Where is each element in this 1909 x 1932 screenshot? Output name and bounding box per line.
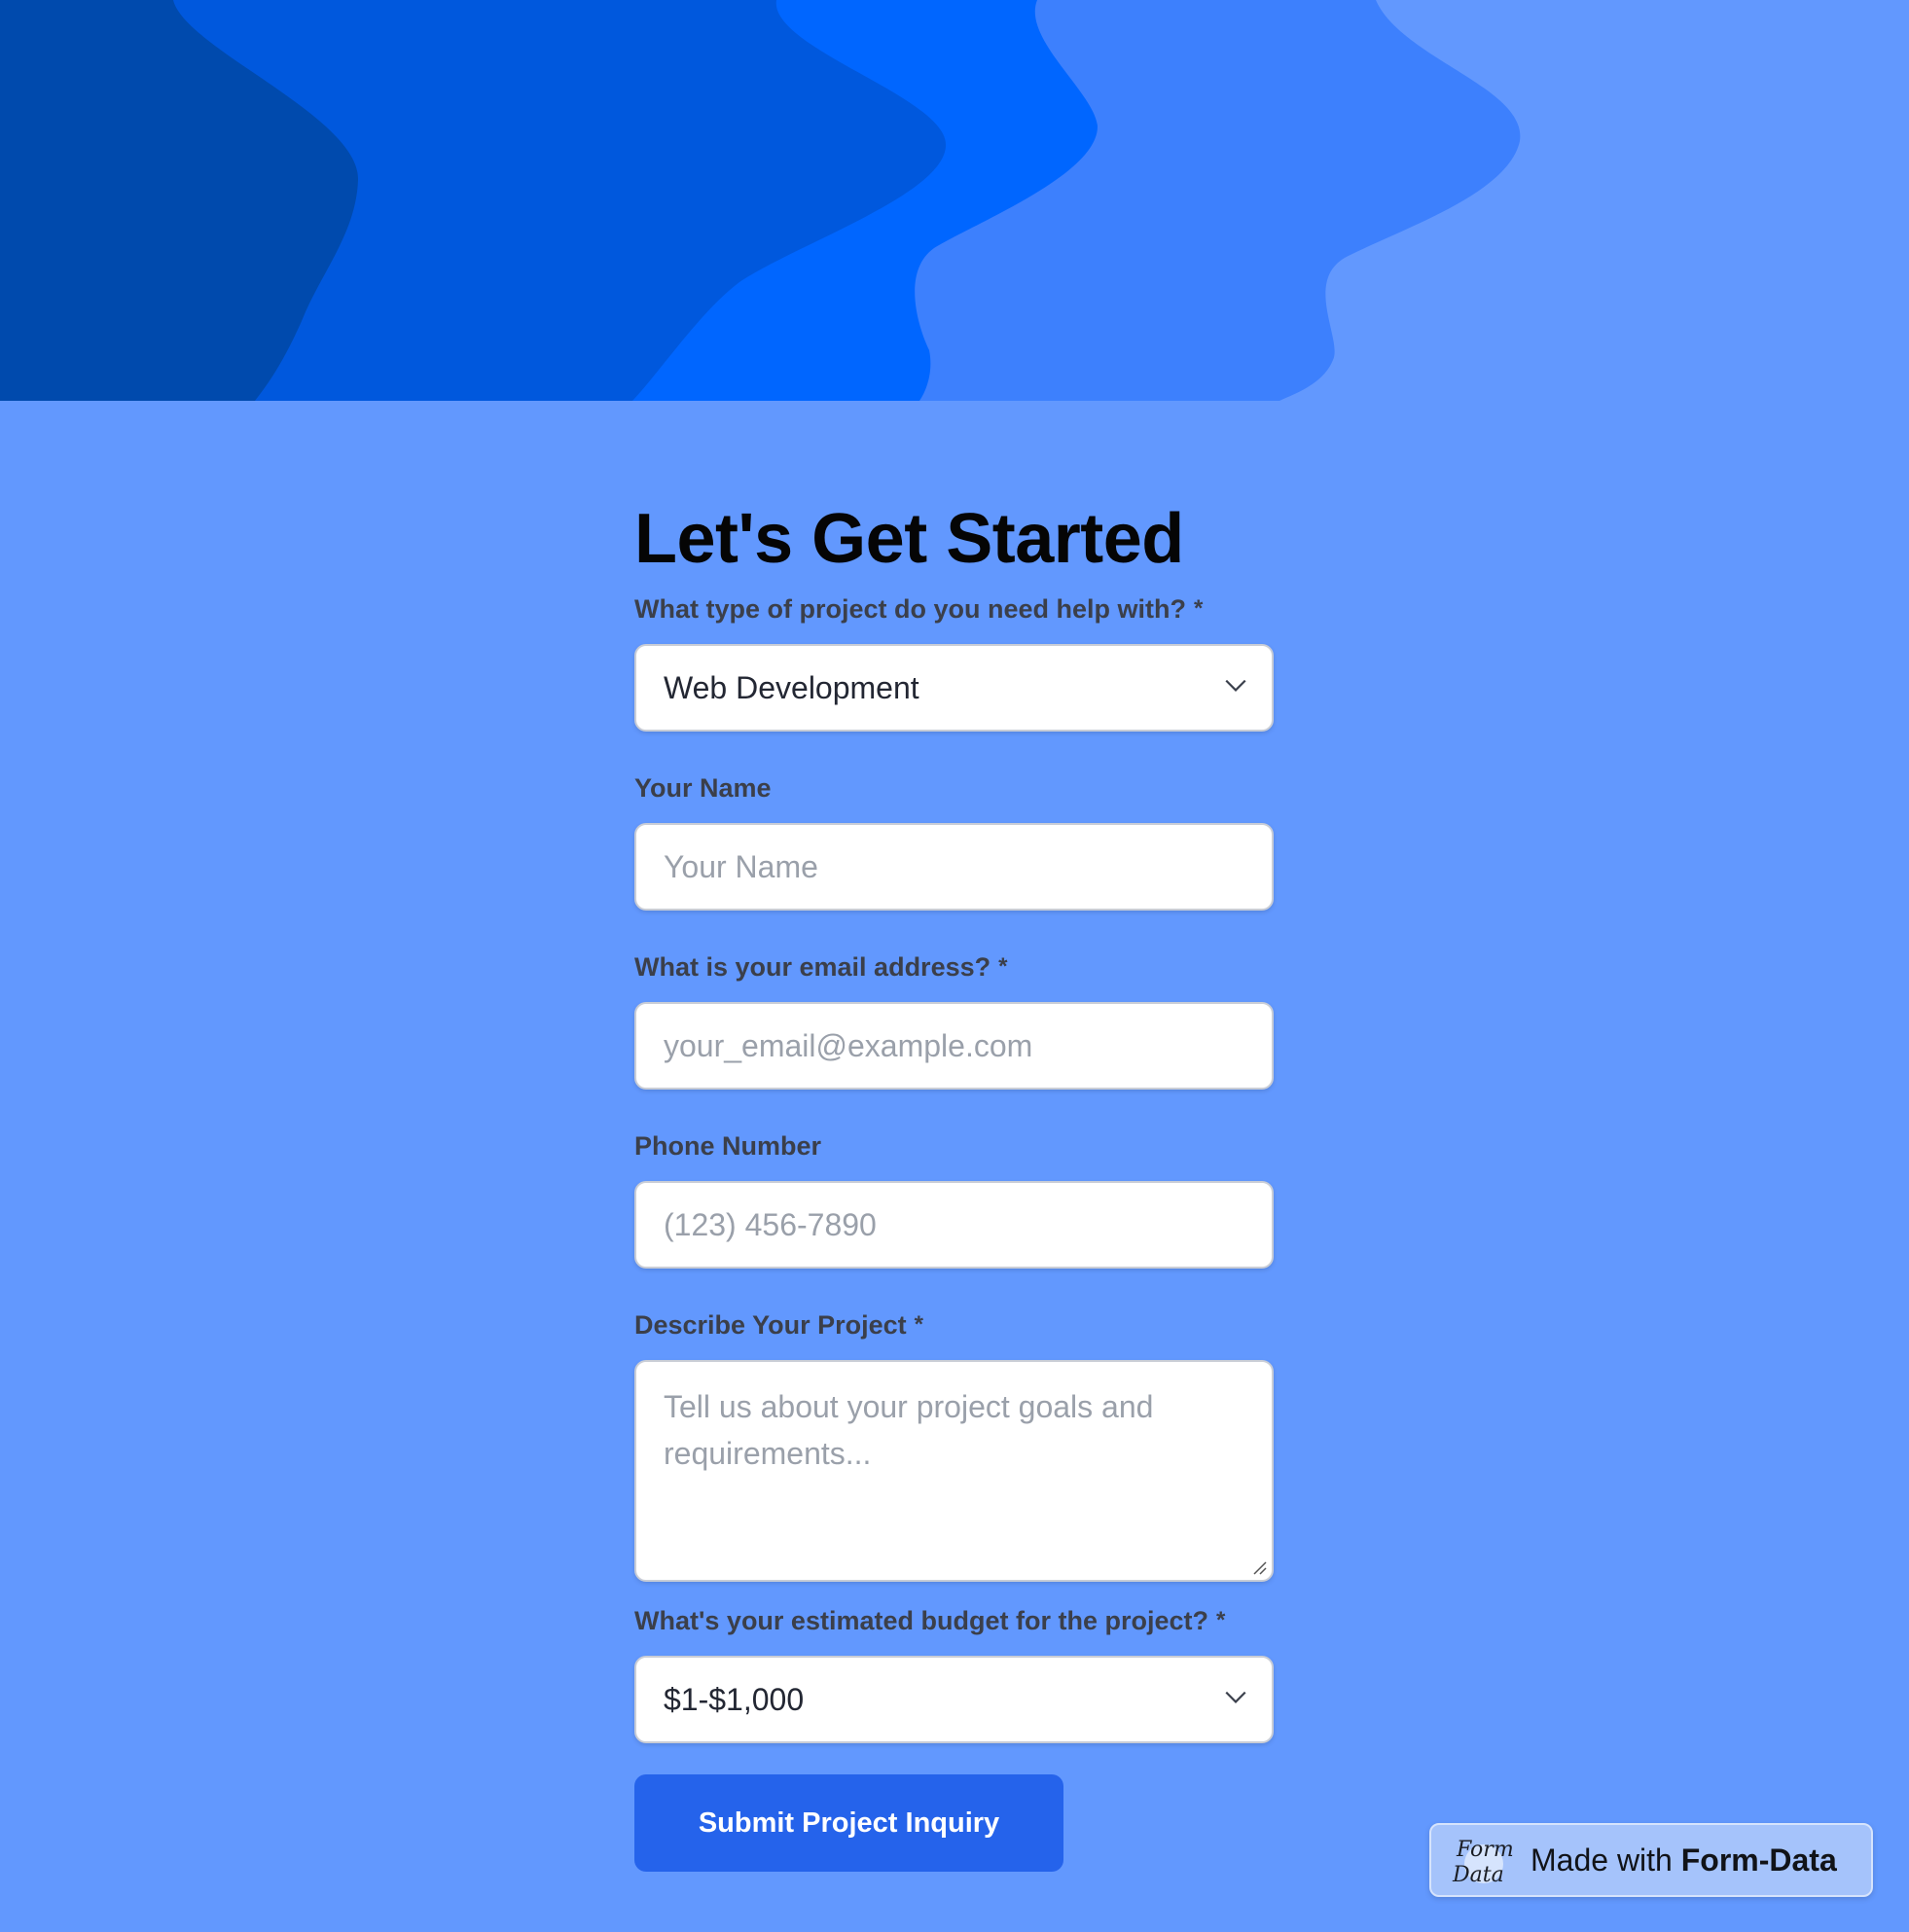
svg-text:Data: Data bbox=[1452, 1863, 1504, 1887]
submit-button[interactable]: Submit Project Inquiry bbox=[634, 1774, 1063, 1872]
wave-header bbox=[0, 0, 1909, 401]
project-type-select[interactable]: Web Development bbox=[634, 644, 1274, 732]
email-field: What is your email address? * your_email… bbox=[634, 948, 1274, 1090]
budget-label: What's your estimated budget for the pro… bbox=[634, 1601, 1274, 1640]
phone-field: Phone Number (123) 456-7890 bbox=[634, 1127, 1274, 1269]
wave-background bbox=[0, 0, 1909, 401]
name-label-text: Your Name bbox=[634, 773, 772, 803]
phone-label-text: Phone Number bbox=[634, 1131, 822, 1161]
badge-prefix: Made with bbox=[1531, 1842, 1673, 1878]
made-with-badge[interactable]: Form Data Made with Form-Data bbox=[1429, 1823, 1873, 1897]
budget-field: What's your estimated budget for the pro… bbox=[634, 1601, 1274, 1743]
resize-grip-icon[interactable] bbox=[1250, 1558, 1268, 1576]
form-data-logo: Form Data bbox=[1452, 1838, 1514, 1887]
chevron-down-icon bbox=[1225, 1691, 1246, 1703]
chevron-down-icon bbox=[1225, 679, 1246, 692]
project-type-field: What type of project do you need help wi… bbox=[634, 590, 1274, 732]
email-label: What is your email address? * bbox=[634, 948, 1274, 986]
email-input[interactable]: your_email@example.com bbox=[634, 1002, 1274, 1090]
phone-input[interactable]: (123) 456-7890 bbox=[634, 1181, 1274, 1269]
description-placeholder: Tell us about your project goals and req… bbox=[664, 1389, 1154, 1471]
phone-placeholder: (123) 456-7890 bbox=[664, 1206, 877, 1242]
required-mark: * bbox=[998, 953, 1008, 980]
name-field: Your Name Your Name bbox=[634, 769, 1274, 911]
description-textarea[interactable]: Tell us about your project goals and req… bbox=[634, 1360, 1274, 1582]
page-title: Let's Get Started bbox=[634, 500, 1184, 578]
name-placeholder: Your Name bbox=[664, 848, 818, 884]
description-field: Describe Your Project * Tell us about yo… bbox=[634, 1306, 1274, 1582]
budget-value: $1-$1,000 bbox=[664, 1681, 805, 1717]
project-inquiry-form: Let's Get Started What type of project d… bbox=[634, 496, 1274, 1872]
email-label-text: What is your email address? bbox=[634, 952, 991, 982]
required-mark: * bbox=[1215, 1607, 1226, 1633]
budget-select[interactable]: $1-$1,000 bbox=[634, 1656, 1274, 1743]
description-label: Describe Your Project * bbox=[634, 1306, 1274, 1344]
svg-text:Form: Form bbox=[1456, 1838, 1514, 1862]
required-mark: * bbox=[914, 1311, 923, 1338]
required-mark: * bbox=[1194, 595, 1204, 622]
badge-text: Made with Form-Data bbox=[1531, 1843, 1837, 1878]
project-type-label-text: What type of project do you need help wi… bbox=[634, 594, 1186, 624]
project-type-label: What type of project do you need help wi… bbox=[634, 590, 1274, 628]
name-label: Your Name bbox=[634, 769, 1274, 807]
name-input[interactable]: Your Name bbox=[634, 823, 1274, 911]
description-label-text: Describe Your Project bbox=[634, 1310, 907, 1340]
budget-label-text: What's your estimated budget for the pro… bbox=[634, 1606, 1208, 1635]
project-type-value: Web Development bbox=[664, 669, 919, 705]
email-placeholder: your_email@example.com bbox=[664, 1027, 1033, 1063]
badge-brand: Form-Data bbox=[1680, 1842, 1837, 1878]
phone-label: Phone Number bbox=[634, 1127, 1274, 1165]
